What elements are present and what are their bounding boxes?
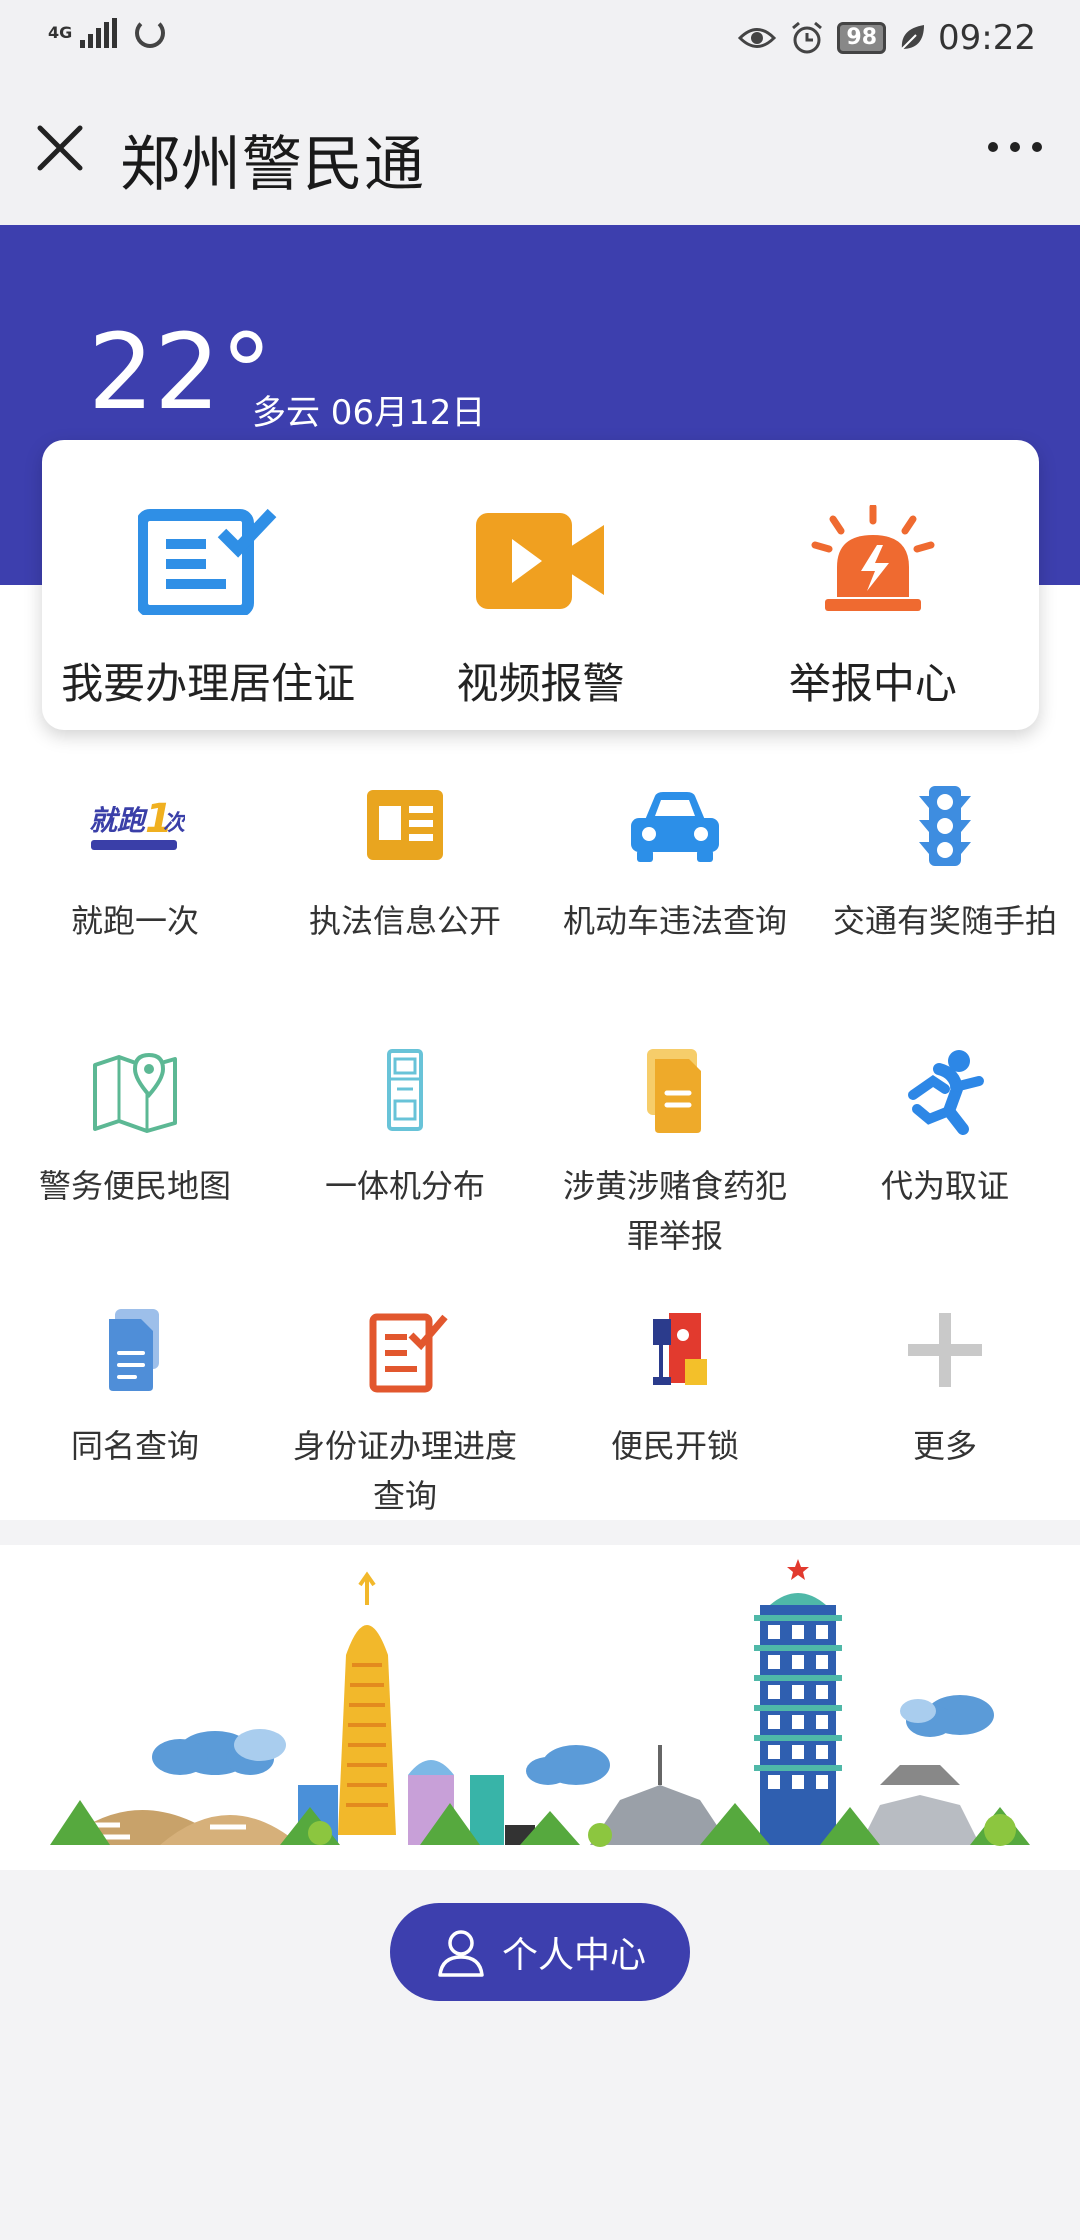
person-icon (438, 1930, 484, 1977)
service-kiosk[interactable]: 一体机分布 (270, 1045, 540, 1211)
map-pin-icon (93, 1052, 177, 1133)
alarm-icon (792, 21, 823, 54)
service-crime-report[interactable]: 涉黄涉赌食药犯罪举报 (540, 1045, 810, 1261)
service-label: 更多 (912, 1427, 977, 1465)
svg-text:次: 次 (163, 811, 185, 836)
clock: 09:22 (938, 18, 1036, 58)
service-label: 警务便民地图 (38, 1167, 231, 1205)
service-same-name[interactable]: 同名查询 (0, 1305, 270, 1471)
close-icon[interactable] (34, 122, 86, 174)
status-right: 98 09:22 (737, 18, 1036, 58)
video-camera-icon (476, 513, 605, 609)
leaf-icon (901, 25, 925, 50)
main-action-label: 视频报警 (456, 659, 625, 708)
network-label: 4G (48, 23, 73, 42)
kiosk-icon (387, 1049, 423, 1131)
files-icon (109, 1309, 159, 1391)
weather-description: 多云 06月12日 (252, 393, 486, 433)
report-center-button[interactable]: 举报中心 (707, 440, 1039, 730)
more-icon[interactable] (988, 142, 1042, 152)
form-check-icon (138, 508, 277, 615)
service-more[interactable]: 更多 (810, 1305, 1080, 1471)
page-title: 郑州警民通 (120, 130, 425, 200)
temperature: 22° (88, 311, 273, 433)
service-unlock[interactable]: 便民开锁 (540, 1305, 810, 1471)
traffic-light-icon (919, 786, 971, 866)
service-label: 交通有奖随手拍 (832, 902, 1057, 940)
service-label: 机动车违法查询 (562, 902, 787, 940)
service-label: 便民开锁 (610, 1427, 739, 1465)
edit-form-icon (369, 1313, 448, 1393)
eye-icon (738, 28, 777, 48)
lock-logo-icon (653, 1313, 707, 1385)
main-action-label: 我要办理居住证 (61, 659, 356, 708)
run-once-logo-icon: 就跑 1 次 (89, 796, 188, 850)
service-evidence[interactable]: 代为取证 (810, 1045, 1080, 1211)
running-person-icon (908, 1050, 984, 1135)
service-police-map[interactable]: 警务便民地图 (0, 1045, 270, 1211)
car-icon (631, 792, 719, 862)
svg-text:就跑: 就跑 (89, 804, 148, 837)
personal-center-button[interactable]: 个人中心 (390, 1903, 690, 2001)
service-label: 同名查询 (70, 1427, 199, 1465)
personal-center-label: 个人中心 (501, 1935, 646, 1976)
service-label: 代为取证 (880, 1167, 1009, 1205)
skyline-image (50, 1559, 1030, 1847)
status-left: 4G (48, 18, 165, 48)
document-icon (647, 1049, 701, 1133)
city-skyline-illustration (0, 1545, 1080, 1870)
battery-indicator: 98 (837, 22, 887, 54)
signal-icon (80, 18, 117, 48)
service-label: 执法信息公开 (308, 902, 501, 940)
plus-icon (908, 1313, 982, 1387)
status-bar: 4G 98 09:22 (0, 0, 1080, 80)
service-label: 一体机分布 (324, 1167, 485, 1205)
main-actions-card: 我要办理居住证 视频报警 举报中心 (42, 440, 1039, 730)
service-law-info[interactable]: 执法信息公开 (270, 780, 540, 946)
service-run-once[interactable]: 就跑 1 次 就跑一次 (0, 780, 270, 946)
residence-permit-button[interactable]: 我要办理居住证 (42, 440, 374, 730)
main-action-label: 举报中心 (788, 659, 957, 708)
title-bar: 郑州警民通 (0, 80, 1080, 225)
service-id-progress[interactable]: 身份证办理进度查询 (270, 1305, 540, 1521)
service-label: 就跑一次 (70, 902, 199, 940)
service-label: 身份证办理进度查询 (292, 1427, 517, 1515)
video-alarm-button[interactable]: 视频报警 (374, 440, 706, 730)
service-label: 涉黄涉赌食药犯罪举报 (562, 1167, 787, 1255)
service-vehicle-violation[interactable]: 机动车违法查询 (540, 780, 810, 946)
service-traffic-photo[interactable]: 交通有奖随手拍 (810, 780, 1080, 946)
info-card-icon (367, 790, 443, 860)
loading-icon (135, 18, 165, 48)
alarm-light-icon (811, 505, 935, 611)
